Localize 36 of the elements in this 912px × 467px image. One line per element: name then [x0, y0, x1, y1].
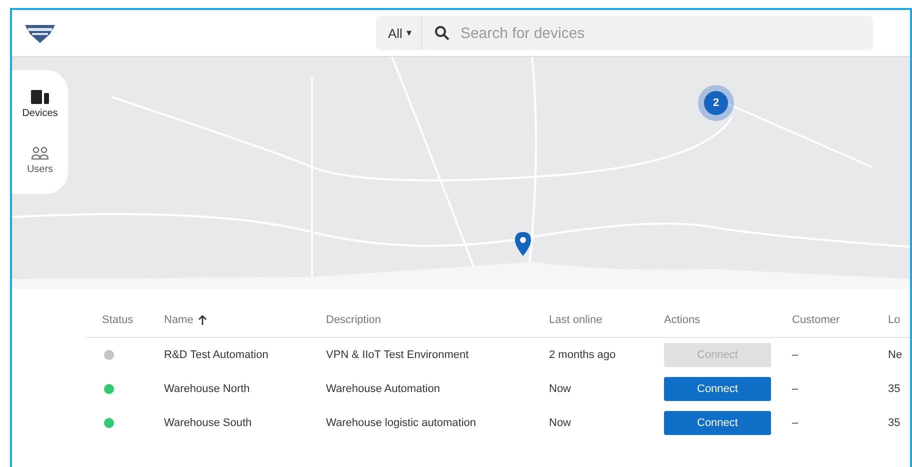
- column-header[interactable]: Description: [326, 314, 382, 326]
- last-online-time: 2 months ago: [549, 349, 616, 361]
- device-description: Warehouse logistic automation: [326, 417, 476, 429]
- sidebar-item[interactable]: Users: [24, 144, 56, 176]
- customer-value: –: [792, 349, 798, 361]
- sidebar-item[interactable]: Devices: [20, 88, 60, 120]
- device-icon: [30, 90, 49, 104]
- column-header[interactable]: Name: [164, 314, 194, 326]
- logo-icon[interactable]: [24, 22, 56, 44]
- column-header[interactable]: Status: [102, 314, 134, 326]
- device-name: Warehouse North: [164, 383, 250, 395]
- last-online-time: Now: [549, 383, 572, 395]
- last-online-time: Now: [549, 417, 572, 429]
- column-header[interactable]: Customer: [792, 314, 840, 326]
- table-cell: 35: [888, 417, 900, 429]
- device-description: Warehouse Automation: [326, 383, 440, 395]
- sort-arrow-icon[interactable]: [198, 315, 208, 325]
- search-icon: [434, 25, 450, 41]
- search-field[interactable]: Search for devices: [422, 16, 873, 50]
- customer-value: –: [792, 383, 798, 395]
- search-input[interactable]: Search for devices: [458, 24, 873, 42]
- connect-button[interactable]: Connect: [664, 377, 771, 401]
- device-description: VPN & IIoT Test Environment: [326, 349, 469, 361]
- device-name: R&D Test Automation: [164, 349, 268, 361]
- connect-button[interactable]: Connect: [664, 411, 771, 435]
- users-icon: [31, 146, 49, 160]
- table-cell: 35: [888, 383, 900, 395]
- table-cell: Ne: [888, 349, 902, 361]
- column-header[interactable]: Lo: [888, 314, 900, 326]
- device-name: Warehouse South: [164, 417, 252, 429]
- filter-dropdown[interactable]: All ▾: [376, 16, 422, 50]
- map-pin-icon[interactable]: [515, 232, 531, 256]
- cluster-marker[interactable]: 2: [698, 85, 734, 121]
- column-header[interactable]: Last online: [549, 314, 602, 326]
- column-header[interactable]: Actions: [664, 314, 700, 326]
- customer-value: –: [792, 417, 798, 429]
